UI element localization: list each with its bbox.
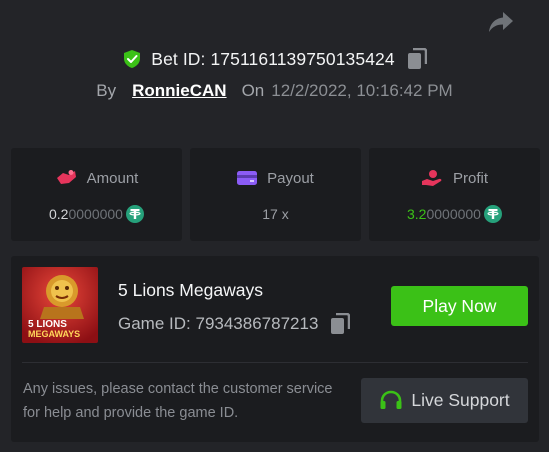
amount-label: Amount (86, 169, 139, 187)
tether-icon (483, 205, 502, 223)
live-support-label: Live Support (411, 390, 510, 410)
verified-shield-icon (124, 50, 141, 68)
share-button[interactable] (486, 8, 516, 36)
bet-id-text: Bet ID: 1751161139750135424 (151, 49, 394, 70)
play-now-button[interactable]: Play Now (391, 286, 528, 326)
game-id-label: Game ID: (118, 314, 191, 333)
payout-stat: Payout 17 x (190, 148, 361, 241)
username-link[interactable]: RonnieCAN (132, 81, 226, 101)
game-id-row: Game ID: 7934386787213 (118, 313, 351, 335)
payout-value: 17 x (262, 206, 289, 222)
divider (22, 362, 528, 363)
game-name[interactable]: 5 Lions Megaways (118, 280, 263, 301)
amount-value-main: 0.2 (49, 206, 69, 222)
live-support-button[interactable]: Live Support (361, 378, 528, 423)
bet-id-label: Bet ID: (151, 48, 206, 69)
profit-value-trail: 0000000 (426, 206, 481, 222)
profit-value-main: 3.2 (407, 206, 427, 222)
author-row: By RonnieCAN On 12/2/2022, 10:16:42 PM (0, 79, 549, 103)
amount-stat: Amount 0.2 0000000 (11, 148, 182, 241)
game-id-value: 7934386787213 (195, 314, 319, 333)
on-label: On (241, 81, 265, 100)
payout-label: Payout (267, 169, 314, 187)
copy-bet-id-icon[interactable] (407, 48, 427, 70)
support-help-text: Any issues, please contact the customer … (23, 381, 333, 421)
profit-icon (421, 170, 442, 186)
amount-value-trail: 0000000 (68, 206, 123, 222)
profit-label: Profit (452, 169, 488, 187)
game-card: 5 LIONS MEGAWAYS 5 Lions Megaways Game I… (11, 256, 539, 442)
tether-icon (125, 205, 144, 223)
amount-icon (56, 170, 76, 184)
game-thumbnail[interactable]: 5 LIONS MEGAWAYS (22, 267, 98, 343)
bet-id-value: 1751161139750135424 (210, 48, 395, 69)
wallet-icon (237, 171, 258, 185)
bet-id-row: Bet ID: 1751161139750135424 (0, 46, 549, 72)
headset-icon (380, 390, 402, 409)
profit-stat: Profit 3.2 0000000 (369, 148, 540, 241)
bet-datetime: 12/2/2022, 10:16:42 PM (271, 81, 453, 100)
by-label: By (96, 81, 117, 100)
copy-game-id-icon[interactable] (330, 313, 351, 335)
thumb-title-line2: MEGAWAYS (28, 329, 80, 339)
share-icon (489, 12, 513, 32)
